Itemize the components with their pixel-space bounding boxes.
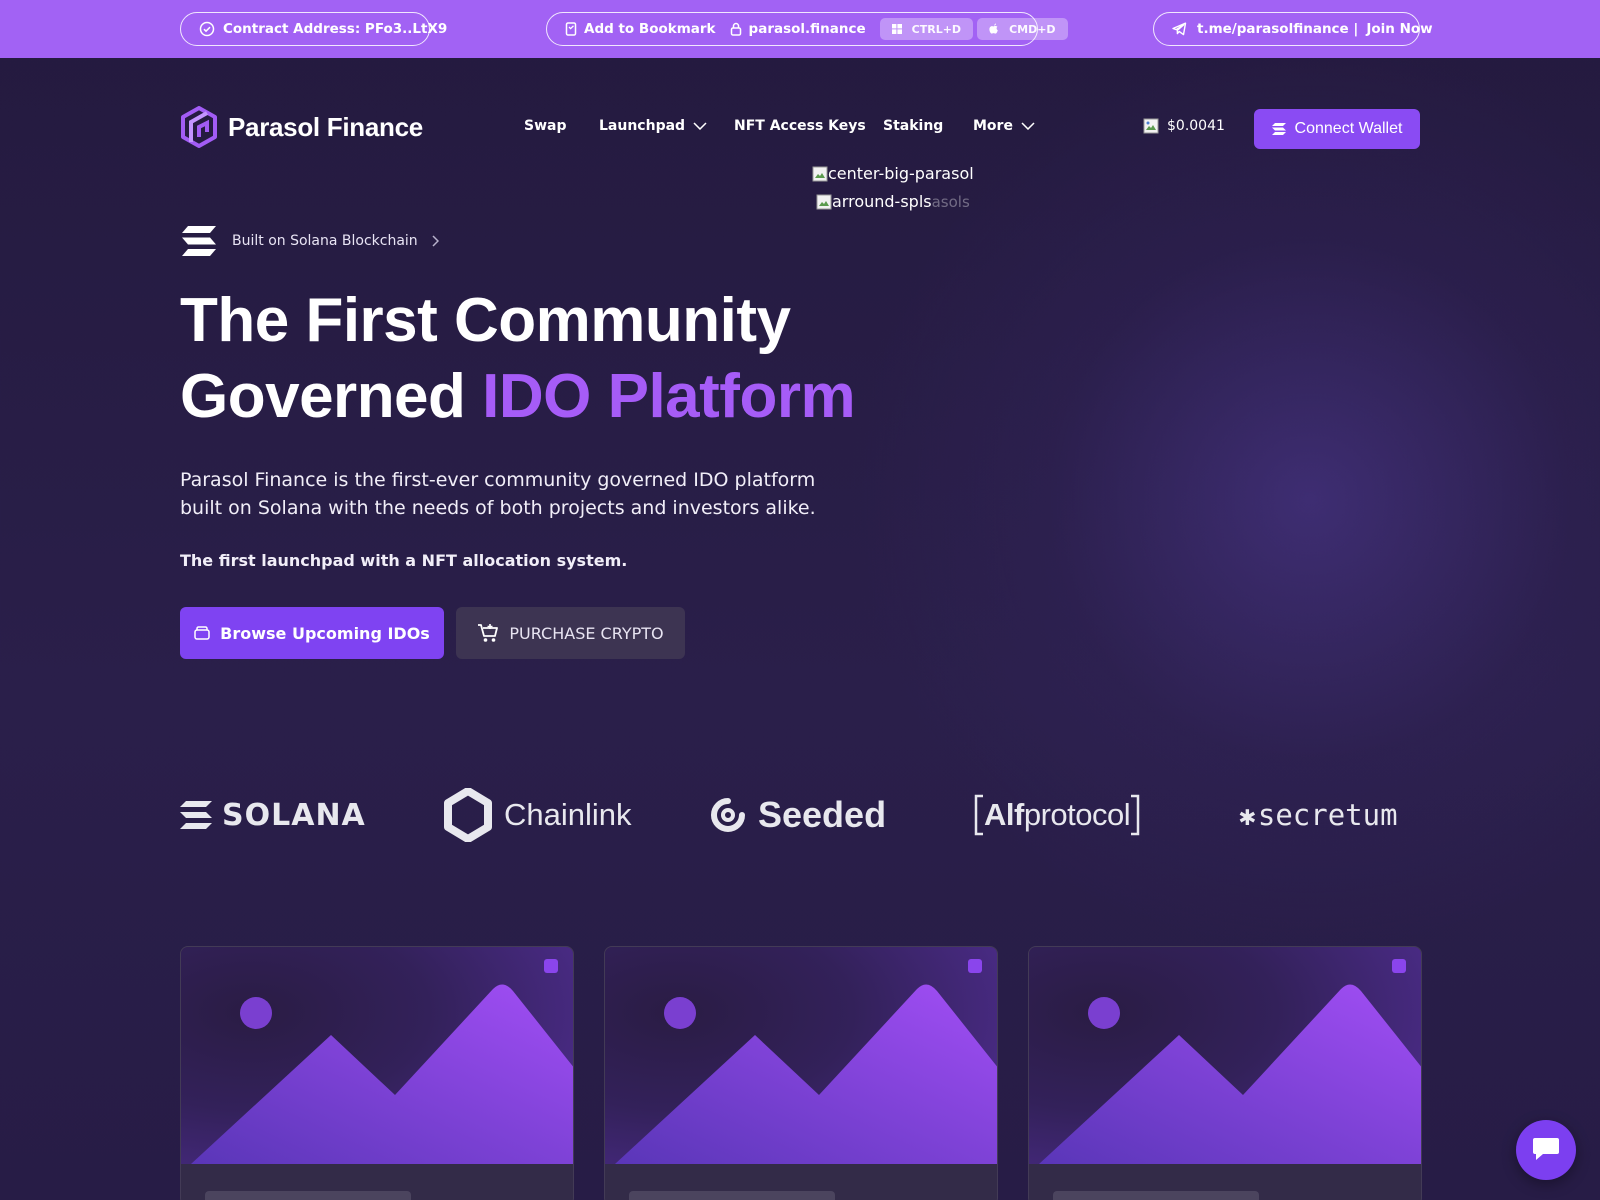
chevron-right-icon bbox=[432, 235, 439, 247]
solana-icon bbox=[180, 801, 212, 829]
solana-badge[interactable]: Built on Solana Blockchain bbox=[182, 226, 439, 256]
card-title-placeholder bbox=[205, 1191, 411, 1200]
brand-name: Parasol Finance bbox=[228, 111, 423, 142]
bracket-right-icon bbox=[1131, 794, 1140, 836]
wallet-icon bbox=[194, 626, 210, 640]
partner-seeded-logo: Seeded bbox=[710, 790, 886, 840]
bookmark-icon bbox=[565, 22, 577, 36]
nav-more[interactable]: More bbox=[973, 118, 1035, 134]
bookmark-pill[interactable]: Add to Bookmark parasol.finance CTRL+D C… bbox=[546, 12, 1068, 46]
windows-icon bbox=[891, 24, 902, 34]
ido-card[interactable] bbox=[1028, 946, 1422, 1200]
ido-card[interactable] bbox=[604, 946, 998, 1200]
browse-upcoming-idos-button[interactable]: Browse Upcoming IDOs bbox=[180, 607, 444, 659]
bookmark-label: Add to Bookmark bbox=[584, 21, 716, 37]
seeded-icon bbox=[711, 798, 745, 832]
chevron-down-icon bbox=[1021, 122, 1035, 130]
broken-image-icon bbox=[812, 166, 828, 181]
partner-alfprotocol-logo: Alf protocol bbox=[974, 790, 1140, 840]
apple-icon bbox=[989, 23, 998, 34]
nav-staking[interactable]: Staking bbox=[883, 118, 943, 134]
image-placeholder-icon bbox=[605, 947, 997, 1164]
contract-address-pill[interactable]: Contract Address: PFo3..LtX9 bbox=[180, 12, 447, 46]
hero-title: The First Community Governed IDO Platfor… bbox=[180, 286, 856, 431]
domain-text: parasol.finance bbox=[748, 21, 866, 37]
image-placeholder-icon bbox=[1029, 947, 1421, 1164]
solana-icon bbox=[182, 226, 216, 256]
nav-swap[interactable]: Swap bbox=[524, 118, 567, 134]
center-big-parasol-image: center-big-parasol bbox=[812, 164, 974, 183]
hero-description: Parasol Finance is the first-ever commun… bbox=[180, 469, 816, 519]
partner-chainlink-logo: Chainlink bbox=[444, 788, 632, 842]
telegram-link[interactable]: t.me/parasolfinance | bbox=[1197, 21, 1358, 37]
image-placeholder-icon bbox=[181, 947, 573, 1164]
telegram-icon bbox=[1172, 22, 1187, 36]
card-title-placeholder bbox=[629, 1191, 835, 1200]
shortcut-mac-key: CMD+D bbox=[977, 18, 1068, 40]
telegram-pill[interactable]: t.me/parasolfinance | Join Now bbox=[1153, 12, 1433, 46]
solana-icon bbox=[1271, 123, 1286, 135]
bracket-left-icon bbox=[974, 794, 983, 836]
token-price-value: $0.0041 bbox=[1167, 118, 1225, 134]
chat-widget-button[interactable] bbox=[1516, 1120, 1576, 1180]
asterisk-icon: ✱ bbox=[1239, 798, 1256, 832]
connect-wallet-button[interactable]: Connect Wallet bbox=[1254, 109, 1420, 149]
solana-badge-text: Built on Solana Blockchain bbox=[232, 233, 418, 249]
contract-address-text: Contract Address: PFo3..LtX9 bbox=[223, 21, 448, 37]
nav-launchpad[interactable]: Launchpad bbox=[599, 118, 707, 134]
hero-title-accent: IDO Platform bbox=[482, 362, 856, 431]
partner-secretum-logo: ✱ secretum bbox=[1239, 798, 1398, 832]
parasol-logo-icon bbox=[181, 106, 217, 148]
join-now-link[interactable]: Join Now bbox=[1366, 21, 1432, 37]
lock-icon bbox=[730, 22, 741, 36]
card-title-placeholder bbox=[1053, 1191, 1259, 1200]
nav-nft-access-keys[interactable]: NFT Access Keys bbox=[734, 118, 866, 134]
around-parasols-image: arround-spls asols bbox=[816, 192, 970, 211]
hero-subheading: The first launchpad with a NFT allocatio… bbox=[180, 551, 628, 570]
token-price: $0.0041 bbox=[1143, 118, 1225, 134]
partner-solana-logo: SOLANA bbox=[180, 790, 366, 840]
purchase-crypto-button[interactable]: PURCHASE CRYPTO bbox=[456, 607, 685, 659]
announcement-bar: Contract Address: PFo3..LtX9 Add to Book… bbox=[0, 0, 1600, 58]
chevron-down-icon bbox=[693, 122, 707, 130]
chat-bubble-icon bbox=[1533, 1138, 1559, 1160]
brand-logo[interactable]: Parasol Finance bbox=[180, 106, 423, 148]
shortcut-windows-key: CTRL+D bbox=[879, 18, 974, 40]
chainlink-icon bbox=[444, 788, 492, 842]
broken-image-icon bbox=[816, 194, 832, 209]
check-circle-icon bbox=[199, 21, 215, 37]
cart-icon bbox=[478, 624, 499, 642]
broken-image-icon bbox=[1143, 118, 1159, 134]
ido-card[interactable] bbox=[180, 946, 574, 1200]
